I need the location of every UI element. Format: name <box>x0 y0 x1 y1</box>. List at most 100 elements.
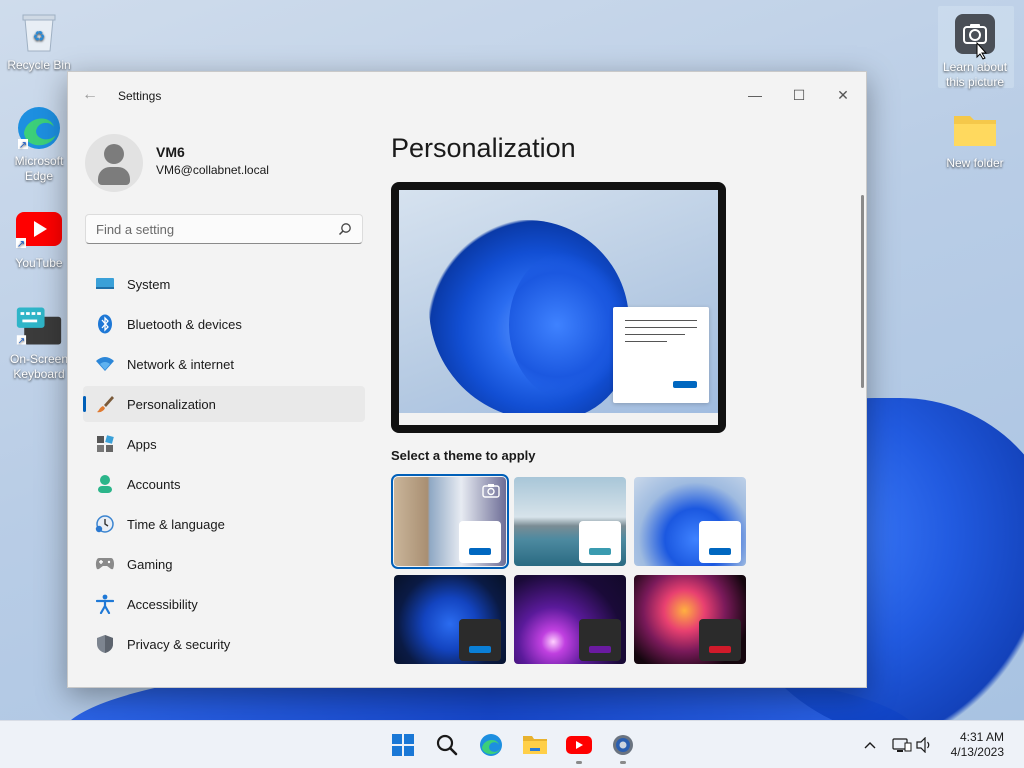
page-title: Personalization <box>391 133 576 163</box>
avatar[interactable] <box>85 134 143 192</box>
desktop-icon-youtube[interactable]: ↗ YouTube <box>4 206 74 271</box>
desktop-icon-new-folder[interactable]: New folder <box>940 106 1010 171</box>
theme-color-chip <box>699 521 741 563</box>
theme-color-chip <box>579 619 621 661</box>
taskbar: 4:31 AM 4/13/2023 <box>0 720 1024 768</box>
profile-name: VM6 <box>156 144 185 160</box>
maximize-button[interactable]: ☐ <box>776 80 822 110</box>
brush-icon <box>95 394 115 414</box>
theme-preview <box>391 182 726 433</box>
sidebar-item-network[interactable]: Network & internet <box>83 346 365 382</box>
desktop-icon-recycle-bin[interactable]: ♻ Recycle Bin <box>4 8 74 73</box>
file-explorer-icon[interactable] <box>521 731 549 759</box>
theme-color-chip <box>579 521 621 563</box>
settings-nav: System Bluetooth & devices Network & int… <box>83 266 365 666</box>
sidebar-item-label: Apps <box>127 436 157 452</box>
sidebar-item-label: Personalization <box>127 396 216 412</box>
accessibility-icon <box>95 594 115 614</box>
theme-color-chip <box>699 619 741 661</box>
theme-tile-windows-dark[interactable] <box>394 575 506 664</box>
clock-date: 4/13/2023 <box>950 745 1004 759</box>
svg-text:↗: ↗ <box>19 140 27 151</box>
mouse-cursor-icon <box>976 41 988 65</box>
wifi-icon <box>95 354 115 374</box>
keyboard-icon: ↗ <box>15 302 63 350</box>
svg-text:♻: ♻ <box>33 28 46 44</box>
sidebar-item-accessibility[interactable]: Accessibility <box>83 586 365 622</box>
settings-taskbar-icon[interactable] <box>609 731 637 759</box>
youtube-taskbar-icon[interactable] <box>565 731 593 759</box>
minimize-button[interactable]: — <box>732 80 778 110</box>
sidebar-item-label: Gaming <box>127 556 173 572</box>
folder-icon <box>951 106 999 154</box>
sidebar-item-label: Bluetooth & devices <box>127 316 242 332</box>
sidebar-item-accounts[interactable]: Accounts <box>83 466 365 502</box>
theme-tile-glow-purple[interactable] <box>514 575 626 664</box>
desktop-icon-label: New folder <box>946 156 1004 170</box>
profile-email: VM6@collabnet.local <box>156 163 269 177</box>
title-bar: ← Settings — ☐ ✕ <box>68 72 866 120</box>
edge-icon: ↗ <box>15 104 63 152</box>
theme-tile-spotlight[interactable] <box>391 474 509 569</box>
svg-text:↗: ↗ <box>17 239 25 250</box>
theme-tile-glow-lake[interactable] <box>514 477 626 566</box>
minimize-icon: — <box>748 87 762 103</box>
volume-icon[interactable] <box>910 731 938 759</box>
sidebar-item-privacy-security[interactable]: Privacy & security <box>83 626 365 662</box>
system-icon <box>95 274 115 294</box>
theme-tile-windows-light[interactable] <box>634 477 746 566</box>
svg-text:↗: ↗ <box>18 336 26 346</box>
sidebar-item-personalization[interactable]: Personalization <box>83 386 365 422</box>
desktop-icon-osk[interactable]: ↗ On-Screen Keyboard <box>4 302 74 382</box>
search-box[interactable] <box>85 214 363 244</box>
back-arrow-icon[interactable]: ← <box>82 86 98 104</box>
theme-color-chip <box>459 521 501 563</box>
desktop-icon-learn-about-picture[interactable]: Learn about this picture <box>940 10 1010 90</box>
scrollbar[interactable] <box>861 195 864 388</box>
search-icon[interactable] <box>338 222 352 239</box>
running-indicator <box>620 761 626 764</box>
sidebar-item-bluetooth[interactable]: Bluetooth & devices <box>83 306 365 342</box>
chevron-up-icon[interactable] <box>856 731 884 759</box>
start-icon[interactable] <box>389 731 417 759</box>
search-icon[interactable] <box>433 731 461 759</box>
desktop-icon-label: YouTube <box>15 256 63 270</box>
clock[interactable]: 4:31 AM 4/13/2023 <box>951 730 1004 760</box>
clock-globe-icon <box>95 514 115 534</box>
desktop-icon-edge[interactable]: ↗ Microsoft Edge <box>4 104 74 184</box>
settings-window: ← Settings — ☐ ✕ VM6 VM6@collabnet.local… <box>67 71 867 688</box>
sidebar-item-label: Privacy & security <box>127 636 231 652</box>
camera-icon <box>482 483 500 503</box>
camera-icon <box>951 10 999 58</box>
desktop-icon-label: On-Screen Keyboard <box>9 352 69 381</box>
search-input[interactable] <box>96 222 316 237</box>
youtube-icon: ↗ <box>15 206 63 254</box>
running-indicator <box>576 761 582 764</box>
preview-taskbar <box>399 413 718 425</box>
shield-icon <box>95 634 115 654</box>
bluetooth-icon <box>95 314 115 334</box>
clock-time: 4:31 AM <box>959 730 1004 744</box>
gamepad-icon <box>95 554 115 574</box>
apps-icon <box>95 434 115 454</box>
sidebar-item-label: Accounts <box>127 476 181 492</box>
desktop-icon-label: Microsoft Edge <box>14 154 64 183</box>
preview-window-sample <box>613 307 709 403</box>
close-button[interactable]: ✕ <box>820 80 866 110</box>
sidebar-item-time-language[interactable]: Time & language <box>83 506 365 542</box>
sidebar-item-label: Accessibility <box>127 596 198 612</box>
desktop-icon-label: Learn about this picture <box>942 60 1008 89</box>
sidebar-item-label: Network & internet <box>127 356 234 372</box>
window-title: Settings <box>118 89 162 103</box>
sidebar-item-apps[interactable]: Apps <box>83 426 365 462</box>
theme-tile-captured-motion[interactable] <box>634 575 746 664</box>
sidebar-item-gaming[interactable]: Gaming <box>83 546 365 582</box>
desktop-icon-label: Recycle Bin <box>7 58 71 72</box>
theme-section-label: Select a theme to apply <box>391 448 536 463</box>
accounts-icon <box>95 474 115 494</box>
wallpaper-preview-petal <box>509 250 629 400</box>
sidebar-item-system[interactable]: System <box>83 266 365 302</box>
edge-taskbar-icon[interactable] <box>477 731 505 759</box>
recycle-bin-icon: ♻ <box>15 8 63 56</box>
sidebar-item-label: System <box>127 276 171 292</box>
